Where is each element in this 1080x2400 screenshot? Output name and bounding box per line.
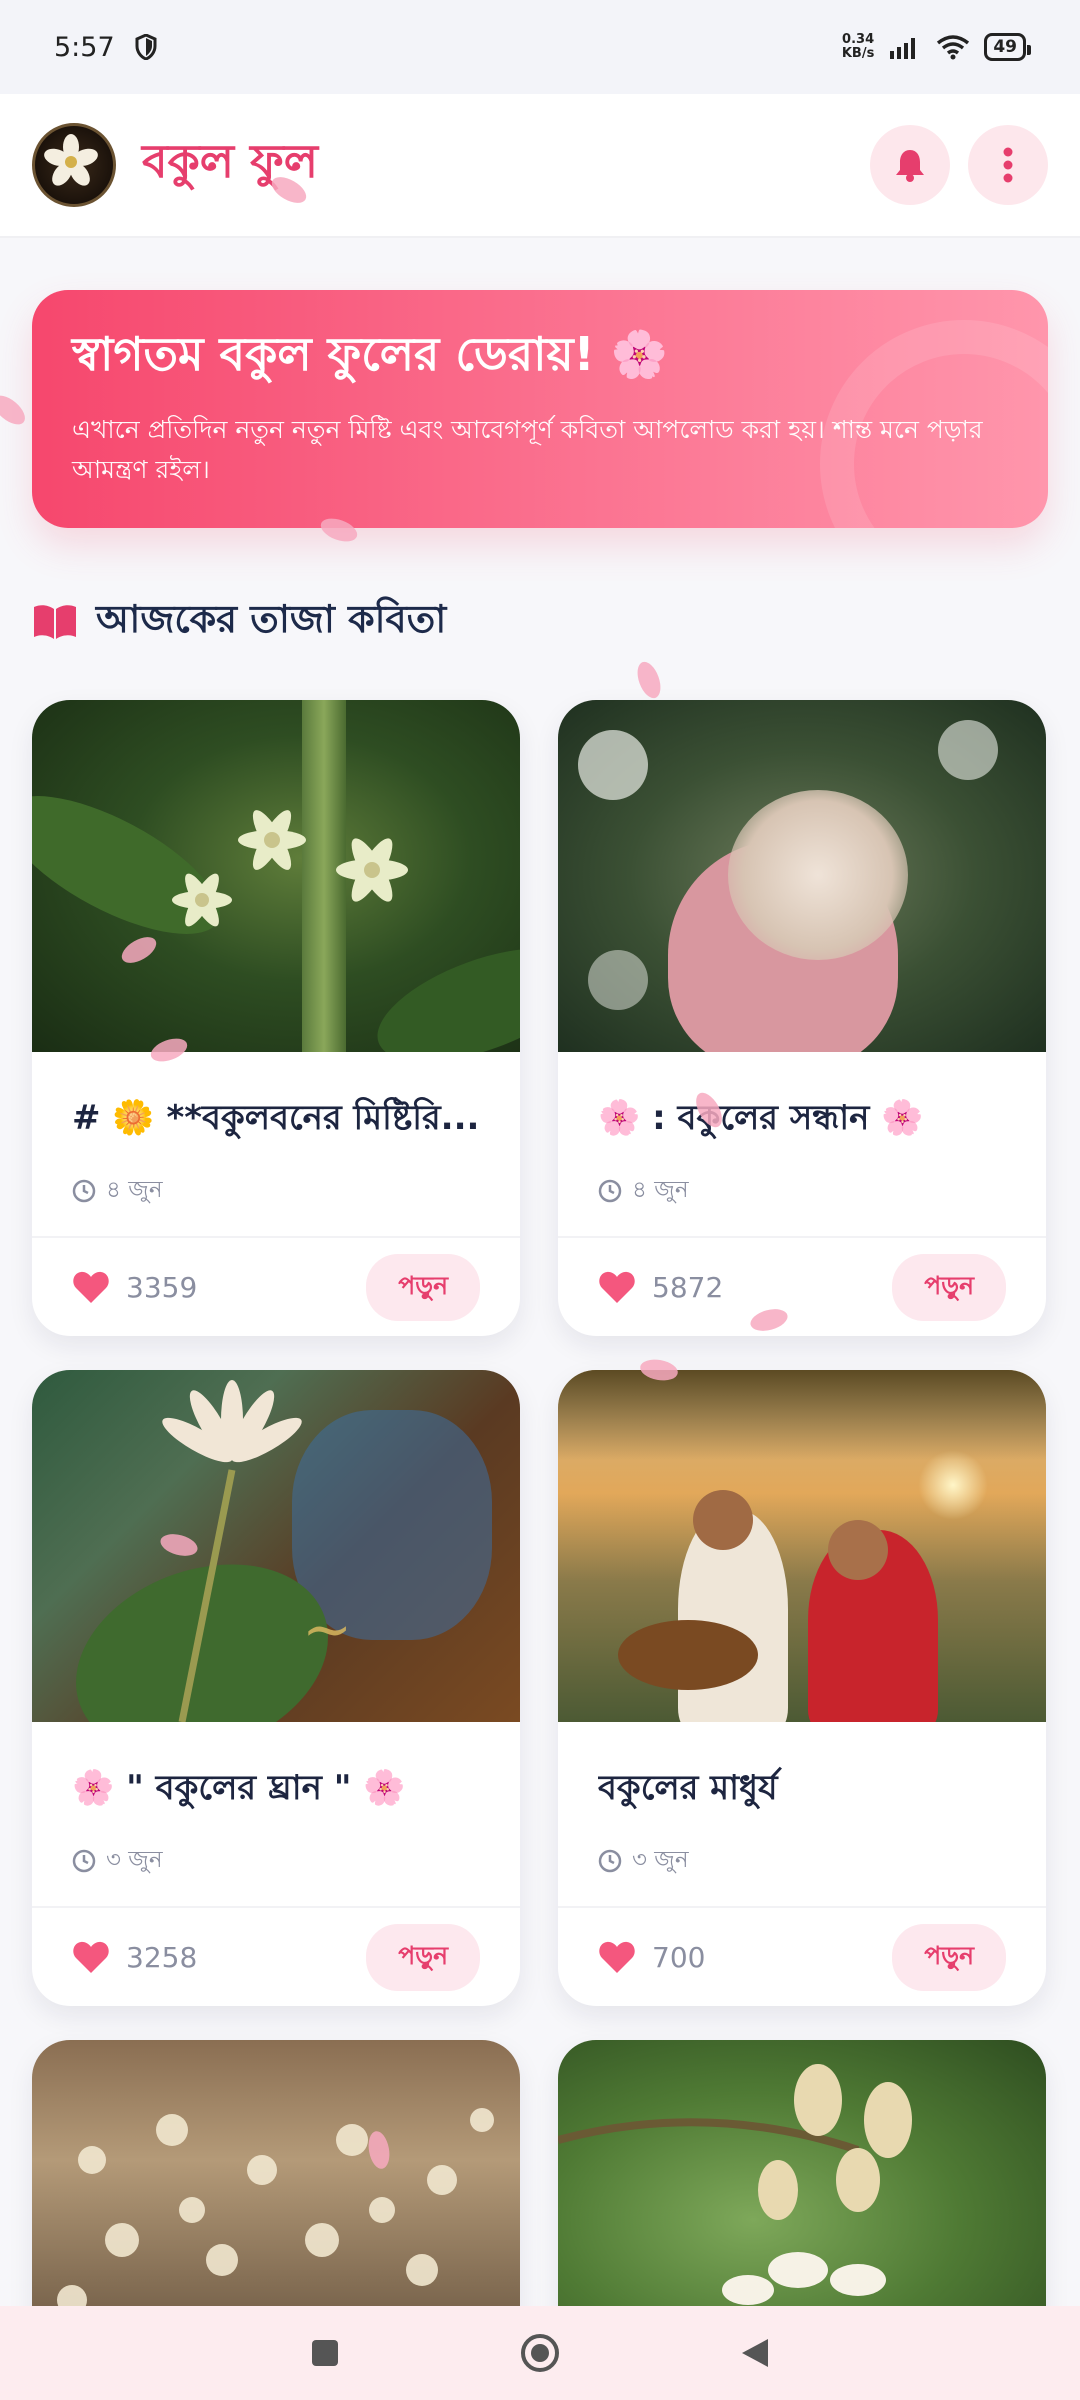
section-header: আজকের তাজা কবিতা	[32, 590, 446, 654]
clock-icon	[72, 1849, 96, 1872]
back-triangle-icon[interactable]	[740, 2337, 770, 2369]
read-button[interactable]: পড়ুন	[366, 1253, 480, 1321]
poem-card-date: ৪ জুন	[72, 1171, 480, 1210]
clock-icon	[598, 1179, 622, 1202]
svg-text:~: ~	[302, 1595, 352, 1665]
status-time: 5:57	[54, 31, 115, 63]
like-count: 3258	[126, 1940, 198, 1974]
poem-card-image[interactable]	[558, 1370, 1046, 1722]
heart-icon[interactable]	[598, 1270, 636, 1304]
more-menu-button[interactable]	[968, 125, 1048, 205]
read-button[interactable]: পড়ুন	[892, 1253, 1006, 1321]
read-button[interactable]: পড়ুন	[892, 1923, 1006, 1991]
heart-icon[interactable]	[72, 1270, 110, 1304]
poem-card-image[interactable]	[32, 2040, 520, 2340]
poem-card-footer: 3359 পড়ুন	[32, 1236, 520, 1336]
app-header: বকুল ফুল	[0, 94, 1080, 238]
bell-icon	[896, 150, 924, 182]
poem-card-date: ৪ জুন	[598, 1171, 1006, 1210]
like-count: 5872	[652, 1270, 724, 1304]
heart-icon[interactable]	[72, 1940, 110, 1974]
flower-icon	[44, 134, 98, 186]
book-icon	[34, 605, 76, 639]
poem-card-title[interactable]: 🌸 : বকুলের সন্ধান 🌸	[598, 1092, 1006, 1149]
poem-card-title[interactable]: # 🌼 **বকুলবনের মিষ্টিরি...	[72, 1092, 480, 1149]
poem-card[interactable]: 🌸 : বকুলের সন্ধান 🌸 ৪ জুন 5872 পড়ুন	[558, 700, 1046, 1336]
petal-decoration	[0, 390, 30, 430]
poem-card-date: ৩ জুন	[72, 1841, 480, 1880]
banner-title: স্বাগতম বকুল ফুলের ডেরায়! 🌸	[72, 327, 668, 381]
poem-card-title[interactable]: 🌸 " বকুলের ঘ্রান " 🌸	[72, 1762, 480, 1819]
battery-indicator: 49	[984, 33, 1031, 61]
like-count: 700	[652, 1940, 706, 1974]
poem-card-image[interactable]: ~	[32, 1370, 520, 1722]
read-button[interactable]: পড়ুন	[366, 1923, 480, 1991]
petal-decoration	[633, 658, 665, 702]
poem-card[interactable]	[32, 2040, 520, 2340]
more-vertical-icon	[1003, 147, 1013, 183]
poem-card-image[interactable]	[558, 2040, 1046, 2340]
poem-card-image[interactable]	[558, 700, 1046, 1052]
home-circle-icon[interactable]	[520, 2333, 560, 2373]
clock-icon	[598, 1849, 622, 1872]
poem-card[interactable]: # 🌼 **বকুলবনের মিষ্টিরি... ৪ জুন 3359 পড…	[32, 700, 520, 1336]
like-count: 3359	[126, 1270, 198, 1304]
poem-card-title[interactable]: বকুলের মাধুর্য	[598, 1762, 1006, 1819]
shield-icon	[135, 34, 157, 60]
poem-card-date: ৩ জুন	[598, 1841, 1006, 1880]
notification-button[interactable]	[870, 125, 950, 205]
poem-card-footer: 5872 পড়ুন	[558, 1236, 1046, 1336]
poem-card-image[interactable]	[32, 700, 520, 1052]
poem-card-footer: 3258 পড়ুন	[32, 1906, 520, 2006]
welcome-banner: স্বাগতম বকুল ফুলের ডেরায়! 🌸 এখানে প্রতি…	[32, 290, 1048, 528]
system-navigation-bar	[0, 2306, 1080, 2400]
wifi-icon	[937, 35, 970, 60]
signal-icon	[890, 38, 916, 59]
poem-card[interactable]: ~ 🌸 " বকুলের ঘ্রান " 🌸 ৩ জুন 3258 পড়ুন	[32, 1370, 520, 2006]
banner-text: এখানে প্রতিদিন নতুন নতুন মিষ্টি এবং আবেগ…	[72, 415, 983, 484]
app-logo[interactable]	[32, 123, 116, 207]
poem-card[interactable]	[558, 2040, 1046, 2340]
section-title: আজকের তাজা কবিতা	[96, 597, 447, 641]
poem-card[interactable]: বকুলের মাধুর্য ৩ জুন 700 পড়ুন	[558, 1370, 1046, 2006]
recents-square-icon[interactable]	[310, 2338, 340, 2368]
network-speed: 0.34 KB/s	[841, 32, 875, 61]
heart-icon[interactable]	[598, 1940, 636, 1974]
poem-card-footer: 700 পড়ুন	[558, 1906, 1046, 2006]
clock-icon	[72, 1179, 96, 1202]
status-bar: 5:57 0.34 KB/s 49	[0, 0, 1080, 94]
